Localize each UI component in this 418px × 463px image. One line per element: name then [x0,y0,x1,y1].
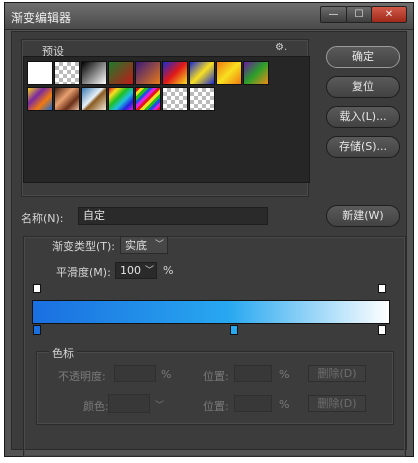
smoothness-unit: % [163,264,174,277]
location2-field[interactable] [234,395,272,412]
location2-unit: % [279,398,290,411]
preset-swatch[interactable] [189,87,215,111]
minimize-button[interactable]: — [320,6,347,23]
location-unit: % [279,368,290,381]
load-button[interactable]: 载入(L)... [326,106,400,128]
preset-swatch[interactable] [81,61,107,85]
preset-swatch-grid [23,56,310,183]
preset-swatch[interactable] [135,87,161,111]
name-label: 名称(N): [21,212,64,225]
new-button[interactable]: 新建(W) [326,205,400,227]
dialog-body: 预设 ⚙. 确定 复位 载入(L)... 存储(S)... 名称(N): 自定 … [11,31,407,457]
delete-opacity-stop-button[interactable]: 删除(D) [308,365,366,382]
color-stop-left[interactable] [33,325,41,335]
opacity-label: 不透明度: [58,370,106,383]
smoothness-value: 100 [120,264,141,277]
location2-label: 位置: [203,400,229,413]
preset-swatch[interactable] [27,61,53,85]
window-title: 渐变编辑器 [11,11,72,25]
chevron-down-icon: ﹀ [144,266,154,276]
color-stop-mid[interactable] [230,325,238,335]
preset-swatch[interactable] [162,61,188,85]
save-button[interactable]: 存储(S)... [326,136,400,158]
opacity-stop-right[interactable] [378,284,386,293]
smoothness-label: 平滑度(M): [56,266,111,279]
chevron-down-icon: ﹀ [154,240,164,250]
gear-icon[interactable]: ⚙. [275,42,287,53]
gradient-type-value: 实底 [125,239,147,252]
preset-swatch[interactable] [216,61,242,85]
gradient-type-label: 渐变类型(T): [52,240,116,253]
gradient-editor-window: 渐变编辑器 — ☐ ✕ 预设 ⚙. 确定 复位 载入(L)... 存储(S)..… [4,2,414,457]
opacity-stop-left[interactable] [33,284,41,293]
location-label: 位置: [203,370,229,383]
preset-swatch[interactable] [81,87,107,111]
preset-swatch[interactable] [54,87,80,111]
stops-group-label: 色标 [49,345,77,361]
maximize-button[interactable]: ☐ [346,6,372,23]
smoothness-field[interactable]: 100 ﹀ [115,262,157,279]
preset-swatch[interactable] [108,87,134,111]
preset-swatch[interactable] [162,87,188,111]
color-stop-right[interactable] [378,325,386,335]
preset-swatch[interactable] [27,87,53,111]
preset-swatch[interactable] [135,61,161,85]
close-button[interactable]: ✕ [371,6,407,23]
preset-swatch[interactable] [108,61,134,85]
reset-button[interactable]: 复位 [326,76,400,98]
preset-swatch[interactable] [243,61,269,85]
preset-swatch[interactable] [54,61,80,85]
delete-color-stop-button[interactable]: 删除(D) [308,395,366,412]
preset-swatch[interactable] [189,61,215,85]
chevron-down-icon: ﹀ [155,401,165,411]
name-field[interactable]: 自定 [78,207,268,225]
gradient-preview-bar[interactable] [32,300,390,324]
opacity-field[interactable] [114,365,156,382]
color-swatch-field[interactable] [108,394,150,413]
title-bar: 渐变编辑器 — ☐ ✕ [5,3,413,30]
color-label: 颜色: [83,400,109,413]
opacity-unit: % [161,368,172,381]
ok-button[interactable]: 确定 [326,46,400,68]
gradient-type-select[interactable]: 实底 ﹀ [120,236,168,254]
location-field[interactable] [234,365,272,382]
